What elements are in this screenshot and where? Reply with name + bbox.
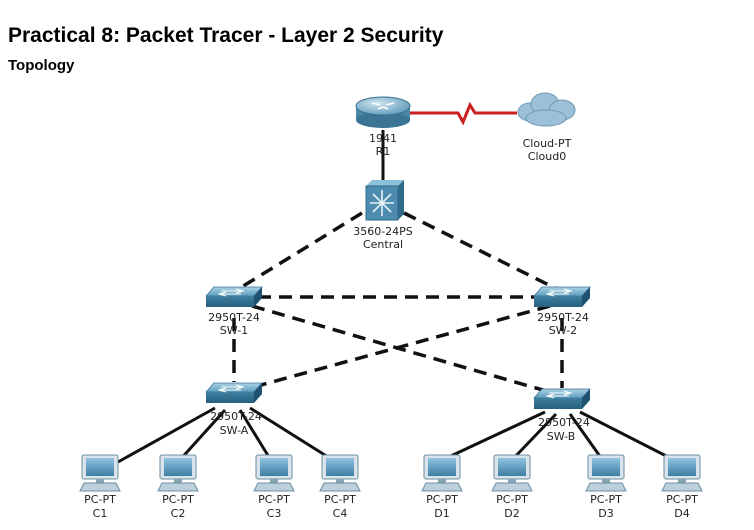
- pc-c3[interactable]: [253, 454, 295, 492]
- pc-icon: [253, 454, 295, 492]
- switch-icon: [205, 286, 263, 307]
- switch-icon: [533, 388, 591, 409]
- switch-sw2[interactable]: 2950T-24 SW-2: [533, 286, 591, 337]
- pc-c1-name-label: C1: [93, 507, 108, 520]
- trunk-sw1-swb: [251, 304, 561, 397]
- router-model-label: 1941: [369, 132, 397, 145]
- pc-d1[interactable]: [421, 454, 463, 492]
- pc-c1-model-label: PC-PT: [84, 493, 116, 506]
- sw1-model-label: 2950T-24: [208, 311, 260, 324]
- switch-swa[interactable]: 2950T-24 SW-A: [205, 382, 263, 437]
- pc-d4-model-label: PC-PT: [666, 493, 698, 506]
- pc-d1-name-label: D1: [434, 507, 449, 520]
- sw2-model-label: 2950T-24: [537, 311, 589, 324]
- cloud-icon: [517, 92, 576, 127]
- pc-icon: [491, 454, 533, 492]
- pc-icon: [157, 454, 199, 492]
- topology-diagram: 1941 R1 Cloud-PT Cloud0 3560-24PS Centra…: [79, 92, 703, 520]
- pc-c4[interactable]: [319, 454, 361, 492]
- pc-icon: [79, 454, 121, 492]
- central-model-label: 3560-24PS: [353, 225, 413, 238]
- switch-central[interactable]: 3560-24PS Central: [353, 180, 413, 251]
- pc-c3-model-label: PC-PT: [258, 493, 290, 506]
- router-name-label: R1: [376, 145, 391, 158]
- central-name-label: Central: [363, 238, 403, 251]
- router-r1[interactable]: 1941 R1: [355, 96, 411, 158]
- pc-c1[interactable]: [79, 454, 121, 492]
- pc-d3[interactable]: [585, 454, 627, 492]
- pc-d4[interactable]: [661, 454, 703, 492]
- pc-c4-model-label: PC-PT: [324, 493, 356, 506]
- access-swa-c4: [249, 406, 337, 464]
- pc-icon: [661, 454, 703, 492]
- swb-model-label: 2950T-24: [538, 416, 590, 429]
- sw2-name-label: SW-2: [549, 324, 577, 337]
- pc-c4-name-label: C4: [333, 507, 348, 520]
- switch-icon: [533, 286, 591, 307]
- switch-swb[interactable]: 2950T-24 SW-B: [533, 388, 591, 443]
- pc-icon: [319, 454, 361, 492]
- pc-d2-name-label: D2: [504, 507, 519, 520]
- multilayer-switch-icon: [365, 180, 404, 221]
- trunk-central-sw2: [403, 211, 556, 290]
- swa-model-label: 2950T-24: [210, 410, 262, 423]
- switch-sw1[interactable]: 2950T-24 SW-1: [205, 286, 263, 337]
- pc-c3-name-label: C3: [267, 507, 282, 520]
- pc-d2[interactable]: [491, 454, 533, 492]
- pc-d3-name-label: D3: [598, 507, 613, 520]
- swb-name-label: SW-B: [547, 430, 576, 443]
- links: [117, 101, 679, 464]
- cloud-name-label: Cloud0: [528, 150, 566, 163]
- pc-icon: [585, 454, 627, 492]
- pc-icon: [421, 454, 463, 492]
- pc-c2-name-label: C2: [171, 507, 186, 520]
- cloud-cloud0[interactable]: Cloud-PT Cloud0: [517, 92, 576, 163]
- pc-d4-name-label: D4: [674, 507, 689, 520]
- trunk-central-sw1: [239, 211, 363, 290]
- pc-d3-model-label: PC-PT: [590, 493, 622, 506]
- pc-c2[interactable]: [157, 454, 199, 492]
- swa-name-label: SW-A: [220, 424, 249, 437]
- serial-link-r1-cloud: [410, 101, 517, 126]
- pc-d2-model-label: PC-PT: [496, 493, 528, 506]
- sw1-name-label: SW-1: [220, 324, 248, 337]
- router-icon: [355, 96, 411, 128]
- pc-d1-model-label: PC-PT: [426, 493, 458, 506]
- switch-icon: [205, 382, 263, 403]
- cloud-model-label: Cloud-PT: [523, 137, 572, 150]
- pc-c2-model-label: PC-PT: [162, 493, 194, 506]
